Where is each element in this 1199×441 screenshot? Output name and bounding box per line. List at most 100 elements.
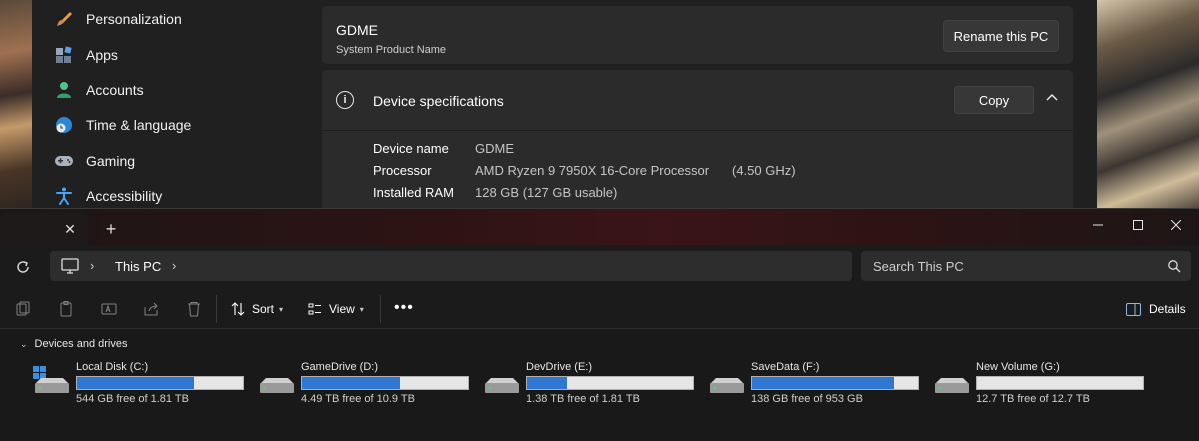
drive-tile-d[interactable]: GameDrive (D:) 4.49 TB free of 10.9 TB: [257, 359, 472, 407]
spec-value-processor: AMD Ryzen 9 7950X 16-Core Processor: [475, 163, 710, 178]
drive-usage-fill: [302, 377, 400, 389]
file-explorer-window: ✕ + › This PC › Search This PC Sort ▾ Vi…: [0, 208, 1199, 441]
maximize-button[interactable]: [1124, 213, 1152, 237]
group-label: Devices and drives: [34, 338, 128, 350]
pc-name-card: GDME System Product Name Rename this PC: [322, 6, 1073, 64]
nav-item-label: Time & language: [86, 117, 192, 133]
monitor-icon: [61, 258, 79, 274]
drive-usage-bar: [751, 376, 919, 390]
pc-subtitle: System Product Name: [336, 44, 447, 56]
copy-button[interactable]: Copy: [954, 86, 1034, 114]
minimize-icon: [1093, 224, 1103, 226]
devices-drives-group-header[interactable]: ⌄ Devices and drives: [20, 338, 127, 350]
drive-tile-g[interactable]: New Volume (G:) 12.7 TB free of 12.7 TB: [932, 359, 1147, 407]
nav-item-label: Accounts: [86, 82, 144, 98]
search-input[interactable]: Search This PC: [861, 251, 1191, 281]
card-divider: [322, 130, 1073, 131]
nav-item-gaming[interactable]: Gaming: [32, 144, 312, 178]
view-button[interactable]: View ▾: [308, 299, 364, 319]
details-label: Details: [1149, 302, 1186, 316]
chevron-down-icon: ▾: [279, 304, 284, 314]
chevron-up-icon[interactable]: [1044, 90, 1060, 106]
paste-icon[interactable]: [58, 301, 74, 317]
cut-icon[interactable]: [15, 301, 31, 317]
sort-button[interactable]: Sort ▾: [231, 299, 283, 319]
drive-usage-bar: [976, 376, 1144, 390]
sort-label: Sort: [252, 302, 275, 316]
hard-drive-icon: [485, 378, 519, 393]
drive-name: SaveData (F:): [751, 361, 820, 373]
spec-key-processor: Processor: [373, 163, 432, 178]
view-icon: [308, 303, 321, 315]
breadcrumb-this-pc[interactable]: This PC: [115, 259, 161, 274]
nav-item-apps[interactable]: Apps: [32, 38, 312, 72]
toolbar-divider: [380, 295, 381, 323]
globe-clock-icon: [54, 115, 74, 135]
search-icon: [1168, 260, 1181, 273]
drive-tile-f[interactable]: SaveData (F:) 138 GB free of 953 GB: [707, 359, 922, 407]
drive-usage-bar: [526, 376, 694, 390]
desktop-wallpaper-right: [1097, 0, 1199, 210]
drive-free-space: 12.7 TB free of 12.7 TB: [976, 393, 1090, 405]
nav-item-label: Apps: [86, 47, 118, 63]
nav-item-accessibility[interactable]: Accessibility: [32, 179, 312, 210]
share-icon[interactable]: [143, 301, 159, 317]
drive-free-space: 4.49 TB free of 10.9 TB: [301, 393, 415, 405]
title-bar: ✕ +: [0, 209, 1199, 245]
close-icon: [1171, 220, 1181, 230]
close-button[interactable]: [1162, 213, 1190, 237]
drive-tile-c[interactable]: Local Disk (C:) 544 GB free of 1.81 TB: [32, 359, 247, 407]
address-bar-row: › This PC › Search This PC: [0, 245, 1199, 289]
nav-item-personalization[interactable]: Personalization: [32, 2, 312, 36]
hard-drive-icon: [935, 378, 969, 393]
chevron-down-icon: ▾: [359, 304, 364, 314]
rename-pc-button[interactable]: Rename this PC: [943, 20, 1059, 52]
drive-name: Local Disk (C:): [76, 361, 149, 373]
refresh-icon[interactable]: [14, 258, 32, 276]
view-label: View: [329, 302, 355, 316]
maximize-icon: [1133, 220, 1143, 230]
spec-value-device-name: GDME: [475, 141, 514, 156]
nav-item-time-language[interactable]: Time & language: [32, 108, 312, 142]
settings-window: Personalization Apps Accounts Time & lan…: [32, 0, 1097, 210]
paintbrush-icon: [54, 9, 74, 29]
nav-item-label: Gaming: [86, 153, 136, 169]
tab-close-icon[interactable]: ✕: [62, 221, 78, 237]
delete-icon[interactable]: [186, 301, 202, 317]
drive-free-space: 138 GB free of 953 GB: [751, 393, 863, 405]
address-bar[interactable]: › This PC ›: [50, 251, 852, 281]
chevron-right-icon[interactable]: ›: [172, 258, 182, 274]
device-specs-title: Device specifications: [373, 93, 504, 109]
nav-item-accounts[interactable]: Accounts: [32, 73, 312, 107]
more-options-button[interactable]: •••: [394, 300, 414, 316]
gamepad-icon: [54, 151, 74, 171]
drive-tile-e[interactable]: DevDrive (E:) 1.38 TB free of 1.81 TB: [482, 359, 697, 407]
drive-free-space: 544 GB free of 1.81 TB: [76, 393, 189, 405]
spec-key-device-name: Device name: [373, 141, 449, 156]
settings-nav: Personalization Apps Accounts Time & lan…: [32, 0, 322, 210]
spec-value-ram: 128 GB (127 GB usable): [475, 185, 618, 200]
person-icon: [54, 80, 74, 100]
pc-name: GDME: [336, 22, 378, 38]
details-pane-icon: [1126, 302, 1141, 316]
drive-usage-fill: [527, 377, 567, 389]
new-tab-button[interactable]: +: [100, 219, 122, 241]
sort-icon: [231, 302, 245, 316]
tab-this-pc[interactable]: ✕: [0, 213, 88, 245]
details-button[interactable]: Details: [1126, 299, 1186, 319]
drive-usage-fill: [752, 377, 894, 389]
chevron-down-icon: ⌄: [20, 338, 28, 349]
nav-item-label: Accessibility: [86, 188, 163, 204]
chevron-right-icon[interactable]: ›: [90, 258, 100, 274]
hard-drive-icon: [710, 378, 744, 393]
minimize-button[interactable]: [1084, 213, 1112, 237]
drive-usage-bar: [301, 376, 469, 390]
apps-icon: [54, 45, 74, 65]
device-specs-card: i Device specifications Copy Device name…: [322, 70, 1073, 210]
rename-icon[interactable]: [101, 301, 117, 317]
system-drive-icon: [33, 366, 69, 393]
nav-item-label: Personalization: [86, 11, 182, 27]
hard-drive-icon: [260, 378, 294, 393]
drive-name: New Volume (G:): [976, 361, 1060, 373]
spec-value-processor-speed: (4.50 GHz): [732, 163, 796, 178]
